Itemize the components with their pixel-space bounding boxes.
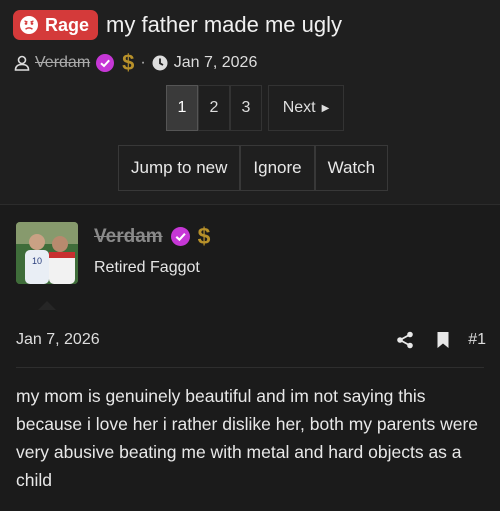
page-3-button[interactable]: 3 — [230, 85, 262, 131]
user-arrow — [38, 301, 56, 310]
username-row: Verdam $ — [94, 223, 210, 250]
angry-face-icon — [20, 16, 38, 34]
post-date[interactable]: Jan 7, 2026 — [16, 331, 100, 349]
thread-author[interactable]: Verdam — [35, 54, 90, 72]
page-2-button[interactable]: 2 — [198, 85, 230, 131]
divider — [16, 367, 484, 368]
thread-title: my father made me ugly — [106, 12, 342, 37]
dollar-icon: $ — [122, 50, 135, 75]
thread-actions: Jump to new Ignore Watch — [118, 145, 389, 191]
post-body: my mom is genuinely beautiful and im not… — [16, 386, 479, 490]
post-username[interactable]: Verdam — [94, 226, 163, 248]
post-1: 10 Verdam $ Retired Faggot Jan 7, 2026 #… — [0, 204, 500, 511]
jump-to-new-button[interactable]: Jump to new — [118, 145, 241, 191]
caret-right-icon: ▶ — [321, 102, 330, 114]
clock-icon — [152, 55, 168, 71]
rage-prefix-badge[interactable]: Rage — [13, 10, 99, 40]
watch-button[interactable]: Watch — [314, 145, 389, 191]
badge-label: Rage — [45, 14, 90, 35]
verified-check-icon — [170, 227, 190, 246]
title-row: Rage my father made me ugly — [13, 10, 342, 40]
dollar-icon: $ — [197, 223, 211, 249]
avatar[interactable]: 10 — [16, 222, 78, 284]
verified-check-icon — [96, 54, 115, 72]
pagination: 1 2 3 Next ▶ — [166, 85, 344, 131]
thread-header: Rage my father made me ugly Verdam $ · J… — [0, 0, 500, 200]
svg-text:10: 10 — [32, 256, 42, 266]
share-icon[interactable] — [396, 331, 414, 349]
post-number[interactable]: #1 — [468, 331, 486, 349]
next-label: Next — [282, 99, 316, 116]
user-title: Retired Faggot — [94, 259, 200, 276]
user-info: Verdam $ Retired Faggot — [94, 223, 210, 277]
thread-meta: Verdam $ · Jan 7, 2026 — [14, 50, 257, 76]
page-1-button[interactable]: 1 — [166, 85, 198, 131]
ignore-button[interactable]: Ignore — [240, 145, 315, 191]
thread-date[interactable]: Jan 7, 2026 — [174, 54, 258, 72]
next-page-button[interactable]: Next ▶ — [268, 85, 344, 131]
bookmark-icon[interactable] — [434, 331, 452, 349]
user-icon — [14, 55, 30, 71]
post-tools: #1 — [376, 331, 486, 349]
meta-separator: · — [140, 54, 146, 71]
